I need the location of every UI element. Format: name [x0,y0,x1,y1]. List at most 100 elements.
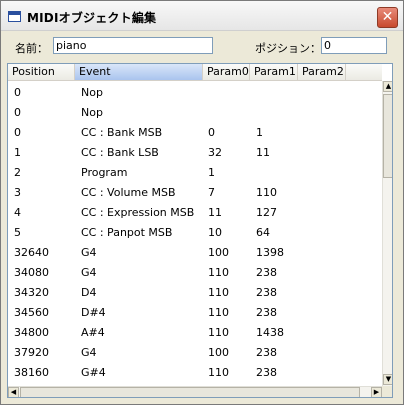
scroll-left-button[interactable]: ◀ [8,387,19,397]
cell-position: 5 [14,226,21,239]
list-header: Position Event Param0 Param1 Param2 [8,64,382,81]
close-button[interactable]: ✕ [377,7,398,28]
cell-param1: 238 [256,366,277,379]
scroll-right-button[interactable]: ▶ [371,387,382,397]
cell-event: D#4 [81,306,106,319]
cell-position: 4 [14,206,21,219]
cell-param2 [302,263,304,283]
cell-param0: 11 [208,206,222,219]
cell-param2 [302,223,304,243]
cell-param2 [302,303,304,323]
cell-param0: 32 [208,146,222,159]
table-row[interactable]: 34800 A#4 110 1438 [8,323,382,343]
cell-param2 [302,323,304,343]
cell-event: Nop [81,86,103,99]
table-row[interactable]: 34080 G4 110 238 [8,263,382,283]
table-row[interactable]: 37920 G4 100 238 [8,343,382,363]
cell-event: Nop [81,106,103,119]
cell-param0: 100 [208,246,229,259]
position-field[interactable]: 0 [321,37,387,54]
table-row[interactable]: 5 CC : Panpot MSB 10 64 [8,223,382,243]
table-row[interactable]: 38160 G#4 110 238 [8,363,382,383]
vertical-scrollbar[interactable]: ▲ ▼ [382,81,392,386]
cell-position: 3 [14,186,21,199]
cell-param2 [302,123,304,143]
cell-position: 34800 [14,326,49,339]
title-bar[interactable]: MIDIオブジェクト編集 ✕ [1,1,403,31]
cell-position: 34080 [14,266,49,279]
scroll-down-button[interactable]: ▼ [383,374,392,385]
midi-object-edit-window: MIDIオブジェクト編集 ✕ 名前： piano ポジション： 0 Positi… [0,0,404,405]
cell-param1: 238 [256,306,277,319]
table-row[interactable]: 0 Nop [8,83,382,103]
scrollbar-corner [382,386,392,397]
cell-event: G4 [81,346,97,359]
table-row[interactable]: 2 Program 1 [8,163,382,183]
cell-position: 0 [14,126,21,139]
column-header-position[interactable]: Position [8,64,75,80]
cell-param2 [302,143,304,163]
column-header-param0[interactable]: Param0 [203,64,250,80]
cell-event: CC : Volume MSB [81,186,176,199]
cell-param1: 238 [256,286,277,299]
cell-event: A#4 [81,326,105,339]
table-row[interactable]: 3 CC : Volume MSB 7 110 [8,183,382,203]
cell-param1 [254,103,256,123]
cell-param1: 1438 [256,326,284,339]
table-row[interactable]: 0 CC : Bank MSB 0 1 [8,123,382,143]
table-row[interactable]: 0 Nop [8,103,382,123]
cell-event: G4 [81,246,97,259]
cell-position: 32640 [14,246,49,259]
cell-event: CC : Panpot MSB [81,226,173,239]
horizontal-scroll-thumb[interactable] [20,387,360,397]
cell-param1: 64 [256,226,270,239]
cell-event: G4 [81,266,97,279]
cell-position: 0 [14,86,21,99]
cell-param2 [302,183,304,203]
cell-position: 2 [14,166,21,179]
table-row[interactable]: 34320 D4 110 238 [8,283,382,303]
cell-param1: 238 [256,346,277,359]
name-label: 名前： [15,42,48,55]
window-icon [8,11,21,22]
table-row[interactable]: 32640 G4 100 1398 [8,243,382,263]
cell-param2 [302,163,304,183]
horizontal-scrollbar[interactable]: ◀ ▶ [8,386,382,397]
vertical-scroll-thumb[interactable] [383,94,392,178]
cell-param0: 110 [208,286,229,299]
cell-param0: 10 [208,226,222,239]
cell-param1: 1 [256,126,263,139]
cell-position: 34320 [14,286,49,299]
cell-param2 [302,283,304,303]
cell-param0: 1 [208,166,215,179]
table-row[interactable]: 4 CC : Expression MSB 11 127 [8,203,382,223]
cell-event: Program [81,166,128,179]
cell-param2 [302,83,304,103]
cell-param0: 110 [208,326,229,339]
table-row[interactable]: 1 CC : Bank LSB 32 11 [8,143,382,163]
name-field[interactable]: piano [53,37,213,54]
cell-event: G#4 [81,366,106,379]
position-label: ポジション： [255,42,321,55]
cell-event: D4 [81,286,97,299]
cell-param2 [302,343,304,363]
cell-param0: 110 [208,306,229,319]
column-header-param1[interactable]: Param1 [250,64,298,80]
cell-event: CC : Bank LSB [81,146,159,159]
event-list: Position Event Param0 Param1 Param2 0 Nop… [7,63,393,398]
cell-param1: 11 [256,146,270,159]
cell-position: 38160 [14,366,49,379]
cell-param1: 110 [256,186,277,199]
table-row[interactable]: 34560 D#4 110 238 [8,303,382,323]
cell-position: 34560 [14,306,49,319]
cell-param0: 7 [208,186,215,199]
cell-param1 [254,163,256,183]
column-header-param2[interactable]: Param2 [298,64,346,80]
cell-position: 0 [14,106,21,119]
cell-param1: 238 [256,266,277,279]
scroll-up-button[interactable]: ▲ [383,81,392,92]
cell-param0: 100 [208,346,229,359]
window-title: MIDIオブジェクト編集 [27,11,157,25]
column-header-event[interactable]: Event [75,64,203,80]
cell-param2 [302,203,304,223]
